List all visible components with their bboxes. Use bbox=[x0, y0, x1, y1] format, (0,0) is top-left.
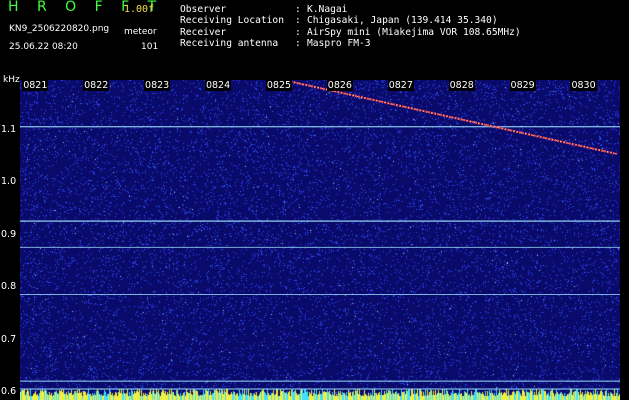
meta-receiver: Receiver: AirSpy mini (Miakejima VOR 108.… bbox=[180, 27, 521, 38]
x-tick-label: 0824 bbox=[204, 80, 232, 91]
x-tick-label: 0826 bbox=[326, 80, 353, 91]
meta-value: AirSpy mini (Miakejima VOR 108.65MHz) bbox=[307, 27, 521, 38]
y-tick-label: 0.7 bbox=[1, 333, 17, 345]
x-tick-label: 0828 bbox=[448, 80, 475, 91]
mode-label: meteor bbox=[124, 27, 157, 37]
y-tick-label: 1.1 bbox=[1, 123, 17, 135]
y-axis-label: kHz bbox=[3, 75, 20, 85]
doppler-trace bbox=[278, 80, 618, 156]
x-tick-label: 0829 bbox=[509, 80, 536, 91]
x-tick-label: 0822 bbox=[83, 80, 110, 91]
y-tick-label: 1.0 bbox=[1, 176, 17, 188]
x-tick-label: 0827 bbox=[387, 80, 414, 91]
meta-location: Receiving Location: Chigasaki, Japan (139… bbox=[180, 15, 498, 26]
x-tick-label: 0821 bbox=[22, 80, 49, 91]
meta-value: Chigasaki, Japan (139.414 35.340) bbox=[307, 15, 498, 26]
version-label: 1.00f bbox=[124, 4, 155, 15]
y-tick-label: 0.8 bbox=[1, 281, 17, 293]
y-tick-label: 0.6 bbox=[1, 386, 17, 398]
meta-key: Receiving antenna bbox=[180, 38, 279, 49]
file-name: KN9_2506220820.png bbox=[9, 24, 110, 34]
x-tick-label: 0825 bbox=[265, 80, 293, 91]
x-tick-label: 0830 bbox=[570, 80, 597, 91]
date-time: 25.06.22 08:20 bbox=[9, 42, 78, 52]
meta-observer: Observer: K.Nagai bbox=[180, 4, 348, 15]
spectrogram-overlay bbox=[20, 80, 620, 390]
meta-key: Receiving Location bbox=[180, 15, 284, 26]
meta-value: K.Nagai bbox=[307, 4, 348, 15]
meta-antenna: Receiving antenna: Maspro FM-3 bbox=[180, 38, 371, 49]
x-tick-label: 0823 bbox=[144, 80, 171, 91]
meta-value: Maspro FM-3 bbox=[307, 38, 371, 49]
y-tick-label: 0.9 bbox=[1, 228, 17, 240]
count-value: 101 bbox=[141, 42, 159, 52]
meta-key: Observer bbox=[180, 4, 227, 15]
meta-key: Receiver bbox=[180, 27, 227, 38]
